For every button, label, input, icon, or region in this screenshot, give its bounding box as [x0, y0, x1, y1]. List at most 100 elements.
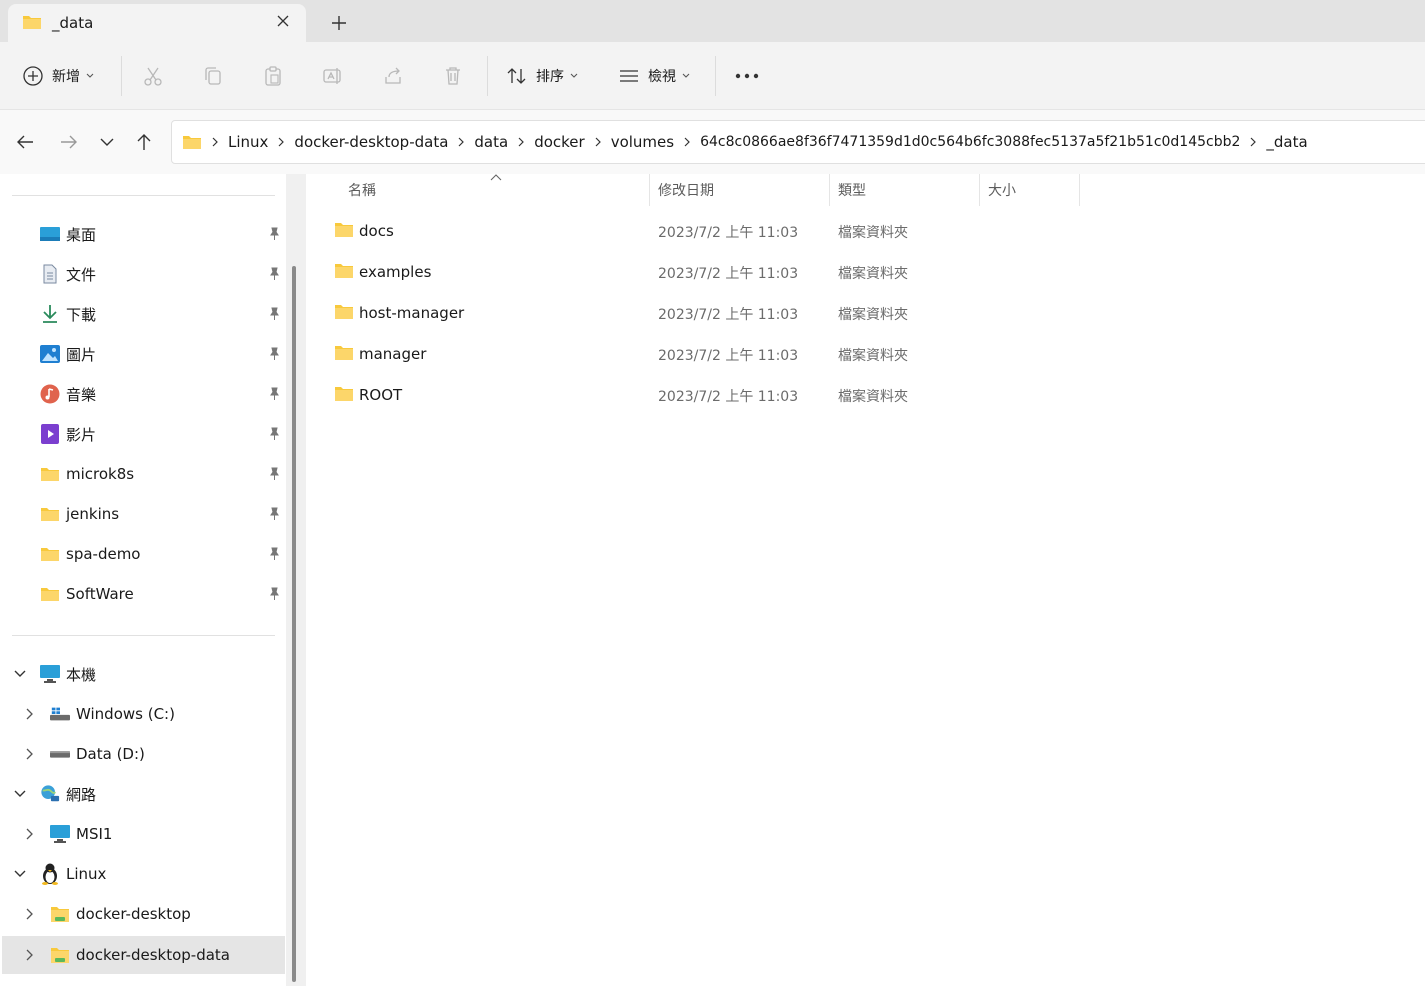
- sidebar-item-music[interactable]: 音樂: [0, 376, 286, 412]
- breadcrumb-volumes[interactable]: volumes: [611, 133, 674, 151]
- scrollbar-thumb[interactable]: [292, 266, 296, 982]
- list-item[interactable]: manager 2023/7/2 上午 11:03 檔案資料夾: [326, 335, 1406, 375]
- sidebar-item-docker-desktop-data[interactable]: docker-desktop-data: [2, 936, 285, 974]
- paste-button[interactable]: [262, 56, 284, 96]
- sort-button-label: 排序: [536, 69, 564, 85]
- breadcrumb-data[interactable]: data: [474, 133, 508, 151]
- sidebar-item-label: microk8s: [66, 465, 135, 483]
- command-bar: 新增 排序 檢視: [0, 42, 1425, 110]
- breadcrumb-separator-icon: [278, 137, 285, 147]
- toolbar-separator: [715, 56, 716, 96]
- address-bar[interactable]: Linux docker-desktop-data data docker vo…: [171, 120, 1425, 164]
- sort-button[interactable]: 排序: [506, 56, 578, 96]
- view-button[interactable]: 檢視: [618, 56, 690, 96]
- sidebar-item-label: docker-desktop: [76, 905, 191, 923]
- breadcrumb-volume-id[interactable]: 64c8c0866ae8f36f7471359d1d0c564b6fc3088f…: [700, 134, 1240, 150]
- breadcrumb-docker[interactable]: docker: [534, 133, 585, 151]
- computer-icon: [40, 664, 60, 684]
- sidebar-item-msi1[interactable]: MSI1: [0, 816, 286, 852]
- folder-icon: [40, 584, 60, 604]
- pin-icon: [270, 467, 279, 480]
- share-button[interactable]: [382, 56, 404, 96]
- sidebar-item-this-pc[interactable]: 本機: [0, 656, 286, 692]
- chevron-right-icon[interactable]: [22, 826, 38, 842]
- column-header-modified[interactable]: 修改日期: [658, 180, 714, 200]
- cut-button[interactable]: [142, 56, 164, 96]
- sidebar-item-linux[interactable]: Linux: [0, 856, 286, 892]
- sidebar-item-label: MSI1: [76, 825, 113, 843]
- list-item[interactable]: examples 2023/7/2 上午 11:03 檔案資料夾: [326, 253, 1406, 293]
- sidebar-scrollbar[interactable]: [286, 174, 306, 986]
- folder-icon: [40, 504, 60, 524]
- folder-icon: [40, 464, 60, 484]
- sidebar-item-microk8s[interactable]: microk8s: [0, 456, 286, 492]
- network-icon: [40, 784, 60, 804]
- sidebar-item-downloads[interactable]: 下載: [0, 296, 286, 332]
- pin-icon: [270, 587, 279, 600]
- sidebar-item-network[interactable]: 網路: [0, 776, 286, 812]
- add-circle-icon: [23, 66, 43, 86]
- column-divider[interactable]: [829, 174, 830, 206]
- sort-icon: [507, 68, 526, 84]
- sidebar-item-label: 桌面: [66, 225, 97, 244]
- sort-ascending-caret-icon: [490, 174, 502, 181]
- file-modified: 2023/7/2 上午 11:03: [658, 307, 799, 323]
- pin-icon: [270, 267, 279, 280]
- close-tab-button[interactable]: [272, 10, 294, 32]
- sidebar-item-data-d[interactable]: Data (D:): [0, 736, 286, 772]
- divider: [12, 635, 275, 636]
- chevron-right-icon[interactable]: [22, 706, 38, 722]
- toolbar-separator: [487, 56, 488, 96]
- tab-title: _data: [52, 14, 94, 32]
- delete-button[interactable]: [442, 56, 464, 96]
- list-item[interactable]: ROOT 2023/7/2 上午 11:03 檔案資料夾: [326, 376, 1406, 416]
- back-button[interactable]: [11, 128, 39, 156]
- chevron-right-icon[interactable]: [22, 906, 38, 922]
- chevron-down-icon[interactable]: [12, 866, 28, 882]
- pin-icon: [270, 347, 279, 360]
- column-divider[interactable]: [1079, 174, 1080, 206]
- column-divider[interactable]: [979, 174, 980, 206]
- file-type: 檔案資料夾: [838, 266, 908, 282]
- up-button[interactable]: [130, 128, 158, 156]
- chevron-right-icon[interactable]: [22, 746, 38, 762]
- new-tab-button[interactable]: [326, 10, 352, 36]
- breadcrumb-current[interactable]: _data: [1266, 133, 1307, 151]
- file-type: 檔案資料夾: [838, 225, 908, 241]
- sidebar-item-windows-c[interactable]: Windows (C:): [0, 696, 286, 732]
- sidebar-item-pictures[interactable]: 圖片: [0, 336, 286, 372]
- breadcrumb-separator-icon: [1250, 137, 1257, 147]
- column-header-type[interactable]: 類型: [838, 180, 866, 200]
- sidebar-item-label: 影片: [66, 425, 97, 444]
- sidebar-item-label: SoftWare: [66, 585, 134, 603]
- sidebar-item-spa-demo[interactable]: spa-demo: [0, 536, 286, 572]
- list-item[interactable]: host-manager 2023/7/2 上午 11:03 檔案資料夾: [326, 294, 1406, 334]
- list-item[interactable]: docs 2023/7/2 上午 11:03 檔案資料夾: [326, 212, 1406, 252]
- recent-locations-button[interactable]: [93, 128, 121, 156]
- column-header-name[interactable]: 名稱: [348, 180, 376, 200]
- forward-button[interactable]: [55, 128, 83, 156]
- sidebar-item-desktop[interactable]: 桌面: [0, 216, 286, 252]
- breadcrumb-linux[interactable]: Linux: [228, 133, 268, 151]
- sidebar-item-documents[interactable]: 文件: [0, 256, 286, 292]
- linux-folder-icon: [50, 945, 70, 965]
- column-divider[interactable]: [649, 174, 650, 206]
- new-button[interactable]: 新增: [22, 56, 94, 96]
- tab-strip: _data: [0, 0, 1425, 42]
- more-options-button[interactable]: [735, 56, 759, 96]
- column-header-size[interactable]: 大小: [988, 180, 1016, 200]
- sidebar-item-software[interactable]: SoftWare: [0, 576, 286, 612]
- tab-data[interactable]: _data: [8, 4, 306, 42]
- file-modified: 2023/7/2 上午 11:03: [658, 225, 799, 241]
- rename-button[interactable]: [322, 56, 344, 96]
- breadcrumb-docker-desktop-data[interactable]: docker-desktop-data: [294, 133, 448, 151]
- toolbar-separator: [121, 56, 122, 96]
- chevron-down-icon: [570, 73, 578, 78]
- sidebar-item-jenkins[interactable]: jenkins: [0, 496, 286, 532]
- copy-button[interactable]: [202, 56, 224, 96]
- chevron-down-icon[interactable]: [12, 786, 28, 802]
- sidebar-item-docker-desktop[interactable]: docker-desktop: [0, 896, 286, 932]
- chevron-down-icon[interactable]: [12, 666, 28, 682]
- chevron-right-icon[interactable]: [22, 947, 38, 963]
- sidebar-item-videos[interactable]: 影片: [0, 416, 286, 452]
